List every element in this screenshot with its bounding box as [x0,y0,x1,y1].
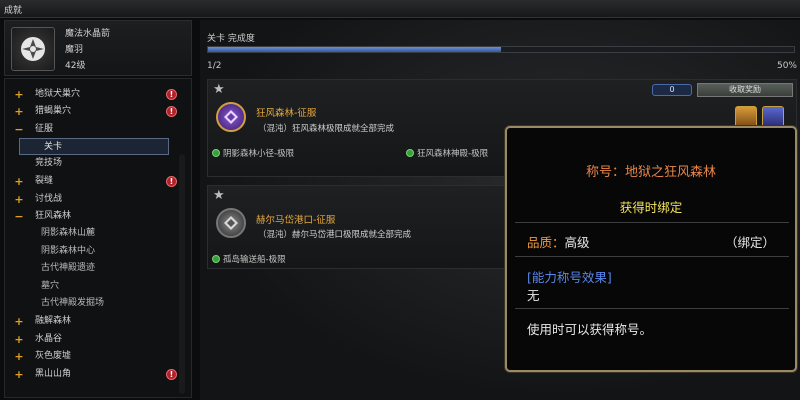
claim-reward-button[interactable]: 收取奖励 [697,83,793,97]
window-title-bar: 成就 [0,0,800,18]
character-emblem-icon [21,37,45,61]
tree-item[interactable]: + 水晶谷 [5,331,177,348]
category-tree: + 地狱犬巢穴! + 猎蝎巢穴! − 征服关卡竞技场 + 裂缝! + 讨伐战 − 狂风森林阴影森林山麓… [4,78,192,398]
tree-item-label: 狂风森林 [35,211,72,221]
favorite-star-icon[interactable]: ★ [213,82,225,97]
reward-count-badge: 0 [652,84,692,96]
alert-icon: ! [166,369,177,380]
tree-item[interactable]: 古代神殿发掘场 [5,295,177,312]
expand-icon[interactable]: + [14,313,24,330]
tree-item-label: 关卡 [44,142,63,152]
window-title: 成就 [4,6,23,16]
tree-item[interactable]: − 征服 [5,121,177,138]
tree-item[interactable]: 阴影森林中心 [5,243,177,260]
tree-item-label: 阴影森林中心 [41,246,96,256]
tree-item-label: 水晶谷 [35,334,63,344]
tree-item[interactable]: + 灰色废墟 [5,348,177,365]
tree-item[interactable]: 阴影森林山麓 [5,225,177,242]
tooltip-usage: 使用时可以获得称号。 [527,322,653,337]
tree-item-label: 竞技场 [35,158,63,168]
tree-item[interactable]: − 狂风森林 [5,208,177,225]
complete-check-icon [212,149,220,157]
collapse-icon[interactable]: − [14,208,24,225]
favorite-star-icon[interactable]: ★ [213,188,225,203]
expand-icon[interactable]: + [14,331,24,348]
tooltip-divider [515,256,789,257]
tooltip-divider [515,308,789,309]
tree-item-label: 猎蝎巢穴 [35,106,72,116]
expand-icon[interactable]: + [14,103,24,120]
tooltip-effect-title: [能力称号效果] [527,270,612,285]
title-tooltip: 称号：地狱之狂风森林 获得时绑定 品质：高级 （绑定） [能力称号效果] 无 使… [505,126,797,372]
progress-count: 1/2 [207,61,222,71]
tree-scrollbar[interactable] [179,154,185,394]
tooltip-bind-rule: 获得时绑定 [619,200,683,215]
tree-item[interactable]: + 黑山山角! [5,366,177,383]
tooltip-effect-value: 无 [527,288,540,303]
tree-item-label: 灰色废墟 [35,351,72,361]
progress-label: 关卡 完成度 [207,34,255,44]
reward-chest-icon[interactable] [735,106,757,128]
tree-item-label: 黑山山角 [35,369,72,379]
card-title: 赫尔马岱港口-征服 [256,215,336,226]
alert-icon: ! [166,89,177,100]
character-title: 魔羽 [65,45,84,55]
tree-item[interactable]: + 讨伐战 [5,191,177,208]
collapse-icon[interactable]: − [14,121,24,138]
tree-item-label: 融解森林 [35,316,72,326]
gray-emblem-icon [216,208,246,238]
tree-item-label: 地狱犬巢穴 [35,89,81,99]
reward-title-icon[interactable] [762,106,784,128]
tree-item[interactable]: + 裂缝! [5,173,177,190]
progress-fill [208,47,501,52]
tree-item-label: 讨伐战 [35,194,63,204]
tree-item-label: 征服 [35,124,54,134]
expand-icon[interactable]: + [14,173,24,190]
tooltip-quality-tag: （绑定） [725,235,776,250]
tree-item[interactable]: + 融解森林 [5,313,177,330]
sub-achievement: 狂风森林神殿-极限 [406,147,488,159]
tree-item-label: 墓穴 [41,281,60,291]
tree-item-label: 阴影森林山麓 [41,228,96,238]
tooltip-title: 称号：地狱之狂风森林 [585,165,716,180]
tree-item[interactable]: + 猎蝎巢穴! [5,103,177,120]
expand-icon[interactable]: + [14,191,24,208]
card-description: （混沌）狂风森林极限成就全部完成 [258,124,395,134]
character-level: 42级 [65,61,86,71]
purple-emblem-icon [216,102,246,132]
complete-check-icon [212,255,220,263]
tree-item[interactable]: 墓穴 [5,278,177,295]
progress-percent: 50% [776,61,797,71]
alert-icon: ! [166,106,177,117]
tree-item[interactable]: 古代神殿遗迹 [5,260,177,277]
tooltip-quality: 品质：高级 [527,235,590,250]
character-name: 魔法水晶箭 [65,29,111,39]
tree-item-label: 裂缝 [35,176,54,186]
tooltip-divider [515,222,789,223]
tree-item[interactable]: + 地狱犬巢穴! [5,86,177,103]
alert-icon: ! [166,176,177,187]
expand-icon[interactable]: + [14,366,24,383]
profile-panel: 魔法水晶箭 魔羽 42级 [4,20,192,76]
tree-item-label: 古代神殿遗迹 [41,263,96,273]
tree-item[interactable]: 竞技场 [5,155,177,172]
tree-item[interactable]: 关卡 [19,138,169,155]
avatar [11,27,55,71]
sub-achievement: 阴影森林小径-极限 [212,147,294,159]
tree-item-label: 古代神殿发掘场 [41,298,105,308]
expand-icon[interactable]: + [14,348,24,365]
sub-achievement: 孤岛输送船-极限 [212,253,286,265]
progress-bar [207,46,795,53]
card-description: （混沌）赫尔马岱港口极限成就全部完成 [258,230,412,240]
expand-icon[interactable]: + [14,86,24,103]
complete-check-icon [406,149,414,157]
card-title: 狂风森林-征服 [256,108,317,119]
